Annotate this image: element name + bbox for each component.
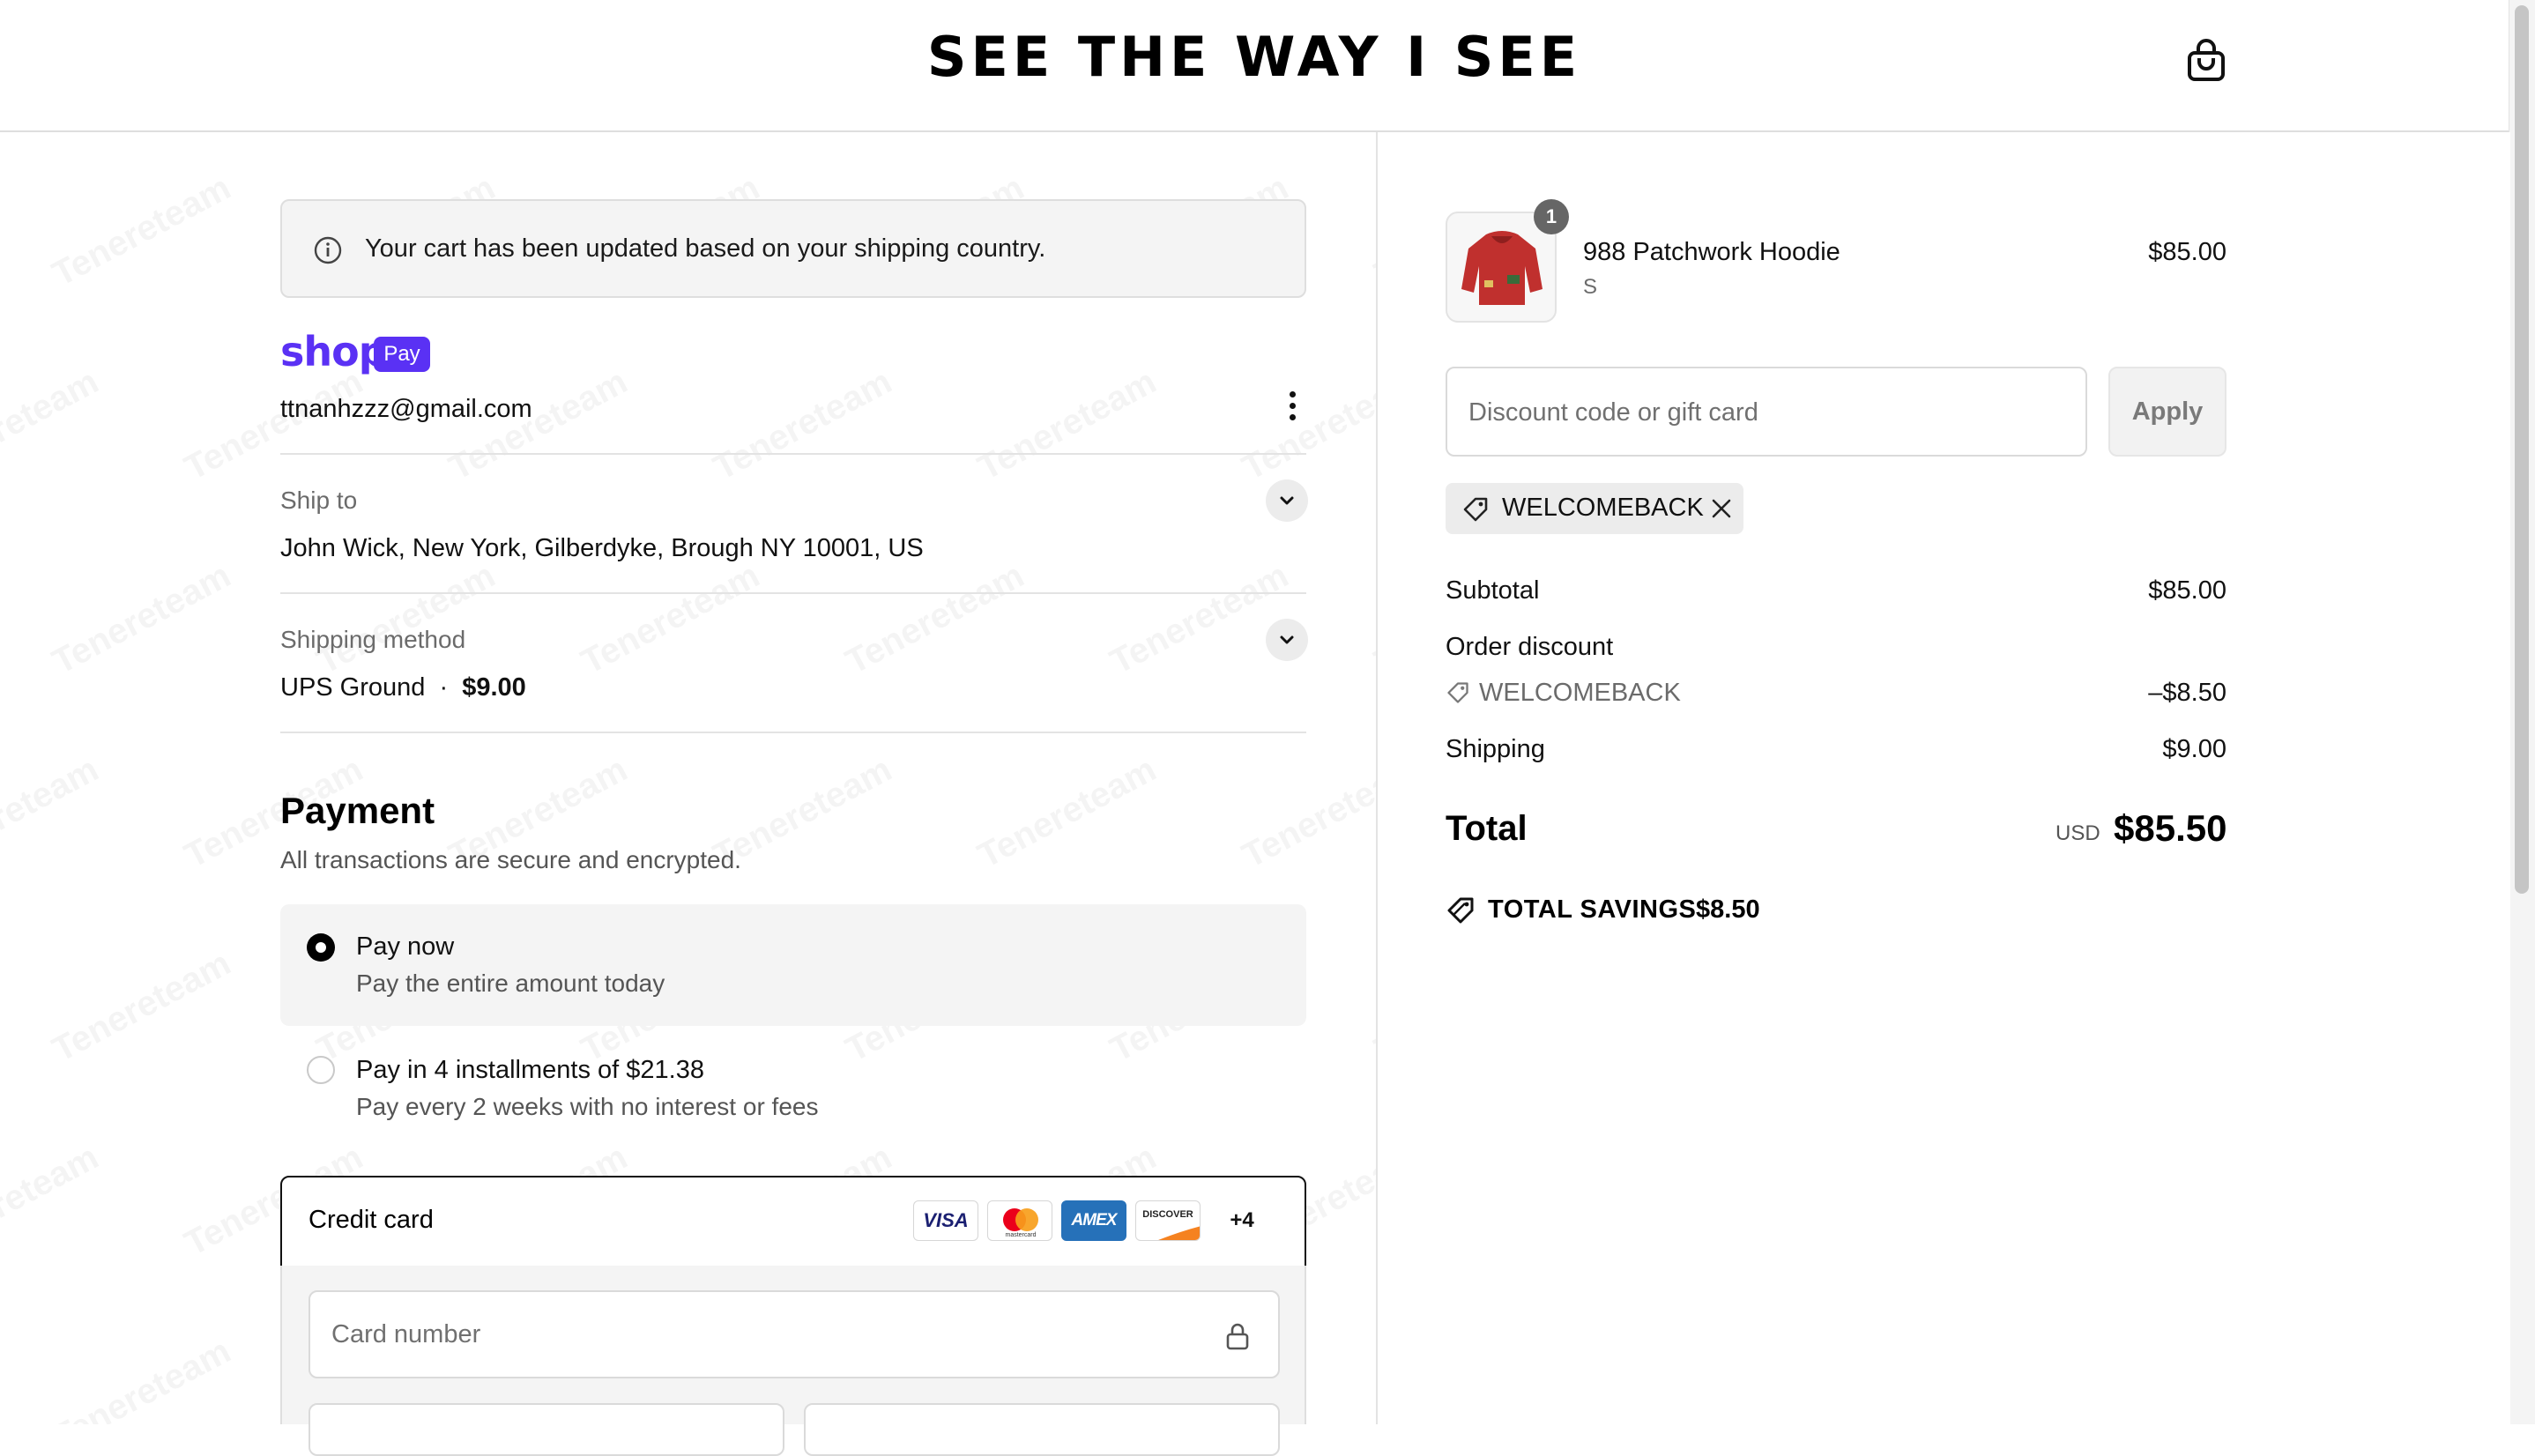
watermark-text: Tenereteam (442, 362, 634, 489)
shipping-label: Shipping (1446, 735, 1545, 763)
pay-now-title: Pay now (356, 932, 455, 961)
shipping-method-price: $9.00 (462, 673, 526, 702)
watermark-text: Tenereteam (971, 362, 1163, 489)
account-email: ttnanhzzz@gmail.com (280, 395, 532, 423)
shipping-value: $9.00 (2162, 735, 2226, 763)
watermark-text: Tenereteam (839, 556, 1030, 683)
product-variant: S (1583, 275, 1598, 299)
credit-card-option[interactable]: Credit card VISA mastercard AMEX DISCOVE… (280, 1176, 1306, 1267)
shopping-bag-icon[interactable] (2186, 39, 2226, 83)
total-value: $85.50 (2114, 807, 2227, 849)
more-cards-badge: +4 (1209, 1200, 1275, 1241)
watermark-text: Tenereteam (707, 362, 898, 489)
watermark-text: Tenereteam (0, 1138, 105, 1265)
watermark-text: Tenereteam (46, 168, 237, 295)
order-discount-code: WELCOMEBACK (1479, 679, 1681, 707)
applied-discount-chip: WELCOMEBACK (1446, 483, 1743, 534)
hoodie-image (1461, 231, 1543, 305)
apply-discount-button[interactable]: Apply (2108, 367, 2226, 457)
watermark-text: Tenereteam (46, 944, 237, 1071)
watermark-text: Tenereteam (1104, 556, 1295, 683)
divider (280, 732, 1306, 733)
site-header: SEE THE WAY I SEE (0, 0, 2509, 132)
payment-subheading: All transactions are secure and encrypte… (280, 846, 741, 873)
total-currency: USD (2056, 821, 2100, 845)
pay-now-radio[interactable] (307, 933, 335, 962)
product-name: 988 Patchwork Hoodie (1583, 238, 1840, 266)
savings-tag-icon (1447, 897, 1474, 924)
subtotal-value: $85.00 (2148, 576, 2226, 605)
notice-text: Your cart has been updated based on your… (365, 234, 1046, 263)
chevron-down-icon (1280, 635, 1294, 644)
shop-pay-pill: Pay (374, 337, 430, 372)
lock-icon (1226, 1323, 1249, 1350)
pay-now-subtitle: Pay the entire amount today (356, 969, 665, 997)
discover-icon: DISCOVER (1135, 1200, 1201, 1241)
pay-in-4-title[interactable]: Pay in 4 installments of $21.38 (356, 1056, 704, 1085)
order-summary-panel (1376, 132, 2510, 1424)
ship-to-label: Ship to (280, 487, 358, 514)
shop-pay-word: shop (280, 328, 388, 375)
payment-heading: Payment (280, 790, 435, 831)
payment-option-pay-now[interactable] (280, 904, 1306, 1026)
divider (280, 592, 1306, 594)
watermark-text: Tenereteam (971, 750, 1163, 877)
credit-card-label: Credit card (309, 1206, 434, 1234)
watermark-text: Tenereteam (46, 556, 237, 683)
order-discount-label: Order discount (1446, 633, 1614, 661)
tag-icon (1447, 682, 1468, 703)
mastercard-icon: mastercard (987, 1200, 1052, 1241)
separator: · (439, 673, 449, 702)
total-savings-label: TOTAL SAVINGS (1488, 895, 1697, 924)
credit-card-fields: Card number (280, 1266, 1306, 1456)
tag-icon (1463, 497, 1488, 522)
quantity-badge: 1 (1534, 199, 1569, 234)
ship-to-expand-button[interactable] (1266, 479, 1308, 522)
ship-to-address: John Wick, New York, Gilberdyke, Brough … (280, 534, 924, 562)
shipping-method-name: UPS Ground (280, 673, 426, 702)
pay-in-4-subtitle: Pay every 2 weeks with no interest or fe… (356, 1093, 819, 1120)
close-icon[interactable] (1710, 497, 1733, 520)
watermark-text: Tenereteam (575, 556, 766, 683)
expiration-date-field[interactable] (309, 1403, 784, 1456)
watermark-text: Tenereteam (178, 362, 369, 489)
watermark-text: Tenereteam (46, 1332, 237, 1424)
shipping-method-value: UPS Ground · $9.00 (280, 673, 526, 702)
info-icon (314, 236, 342, 264)
amex-icon: AMEX (1061, 1200, 1126, 1241)
divider (280, 453, 1306, 455)
discount-code-input[interactable]: Discount code or gift card (1446, 367, 2087, 457)
discount-placeholder: Discount code or gift card (1468, 398, 1758, 427)
more-options-icon[interactable] (1282, 388, 1303, 427)
pay-in-4-radio[interactable] (307, 1056, 335, 1084)
total-label: Total (1446, 809, 1528, 848)
chevron-down-icon (1280, 496, 1294, 505)
shipping-method-expand-button[interactable] (1266, 619, 1308, 661)
total-savings-value: $8.50 (1696, 895, 1760, 924)
applied-discount-code: WELCOMEBACK (1502, 494, 1704, 522)
visa-icon: VISA (913, 1200, 978, 1241)
subtotal-label: Subtotal (1446, 576, 1540, 605)
card-number-placeholder: Card number (331, 1320, 481, 1348)
cart-updated-notice: Your cart has been updated based on your… (280, 199, 1306, 298)
watermark-text: Tenereteam (310, 556, 502, 683)
brand-logo[interactable]: SEE THE WAY I SEE (0, 25, 2509, 89)
card-number-field[interactable]: Card number (309, 1290, 1280, 1378)
watermark-text: Tenereteam (0, 750, 105, 877)
product-price: $85.00 (2148, 238, 2226, 266)
scrollbar-thumb[interactable] (2515, 5, 2529, 894)
security-code-field[interactable] (804, 1403, 1280, 1456)
shipping-method-label: Shipping method (280, 626, 466, 653)
watermark-text: Tenereteam (0, 362, 105, 489)
order-discount-value: –$8.50 (2148, 679, 2226, 707)
